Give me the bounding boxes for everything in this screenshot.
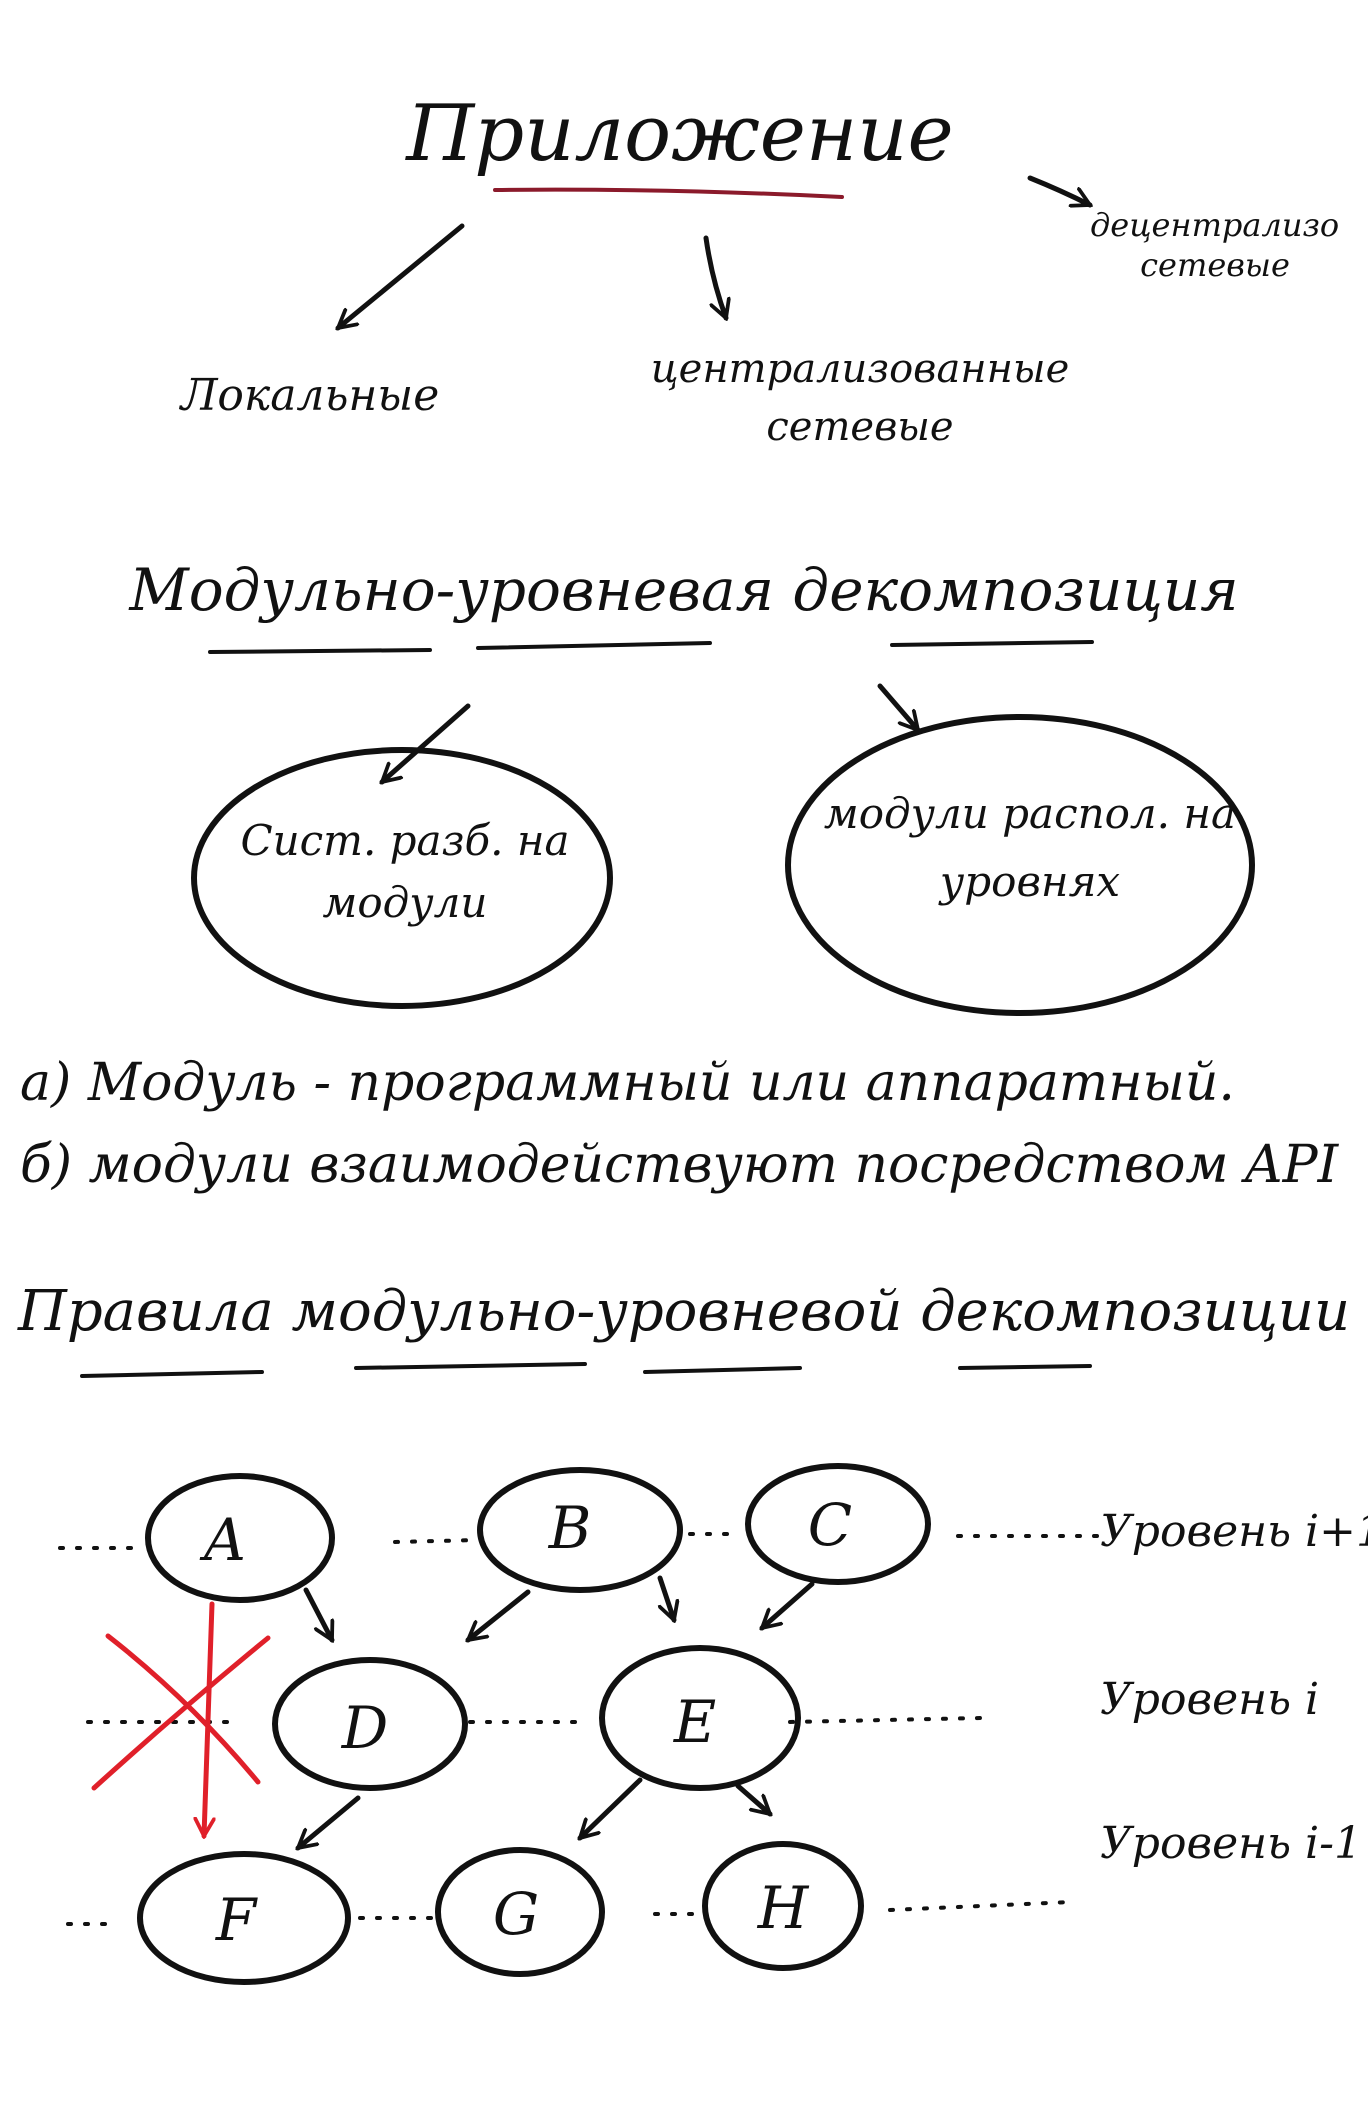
edge-c-to-e: [762, 1581, 815, 1628]
arrow-to-decentralized: [1027, 175, 1090, 205]
node-a-label: A: [199, 1506, 246, 1574]
edge-e-to-h: [735, 1783, 770, 1814]
node-e-label: E: [673, 1688, 716, 1756]
ellipse-right-text-wrap: модули распол. на уровнях: [823, 789, 1237, 906]
arrow-to-right-ellipse: [877, 683, 918, 730]
edge-b-to-e: [657, 1575, 674, 1620]
label-centralized: централизованные сетевые: [650, 346, 1070, 450]
decomposition-underline-3: [890, 640, 1094, 647]
label-centralized-wrap: централизованные сетевые: [650, 346, 1070, 450]
rules-underline-2: [354, 1362, 587, 1370]
node-b-label: B: [548, 1494, 592, 1562]
arrow-to-local: [338, 223, 465, 328]
main-title: Приложение: [404, 89, 953, 179]
edge-b-to-d: [468, 1589, 531, 1643]
level-label-top: Уровень i+1: [1100, 1506, 1368, 1557]
rules-underline-1: [80, 1370, 264, 1378]
decomposition-underline-1: [208, 648, 432, 654]
level-label-middle: Уровень i: [1100, 1674, 1319, 1725]
node-c-label: C: [808, 1491, 852, 1559]
ellipse-left-text: Сист. разб. на модули: [240, 816, 570, 927]
arrow-to-left-ellipse: [382, 703, 471, 782]
title-underline: [493, 187, 844, 199]
node-d-label: D: [341, 1694, 389, 1762]
label-local: Локальные: [179, 370, 440, 421]
decomposition-underline-2: [476, 641, 712, 650]
label-decentralized-wrap: децентрализованные сетевые: [1090, 206, 1340, 284]
edge-e-to-g: [580, 1777, 643, 1838]
level-line-middle: [86, 1716, 982, 1724]
diagram-canvas: Приложение Локальные централизованные се…: [17, 89, 1368, 1985]
decomposition-title: Модульно-уровневая декомпозиция: [128, 556, 1238, 624]
edge-a-to-d: [303, 1587, 335, 1640]
node-g-label: G: [493, 1880, 539, 1948]
rules-underline-3: [643, 1366, 802, 1374]
node-h-label: H: [757, 1874, 810, 1942]
rules-underline-4: [958, 1364, 1092, 1370]
rules-title: Правила модульно-уровневой декомпозиции: [17, 1279, 1350, 1344]
label-decentralized: децентрализованные сетевые: [1090, 206, 1340, 284]
ellipse-right-text: модули распол. на уровнях: [823, 789, 1237, 906]
level-label-bottom: Уровень i-1: [1100, 1818, 1362, 1869]
edge-d-to-f: [298, 1795, 361, 1848]
note-b: б) модули взаимодействуют посредством AP…: [20, 1135, 1340, 1195]
node-f-label: F: [215, 1886, 258, 1954]
arrow-to-centralized: [703, 235, 726, 318]
ellipse-left-text-wrap: Сист. разб. на модули: [240, 816, 570, 927]
note-a: а) Модуль - программный или аппаратный.: [20, 1053, 1235, 1113]
